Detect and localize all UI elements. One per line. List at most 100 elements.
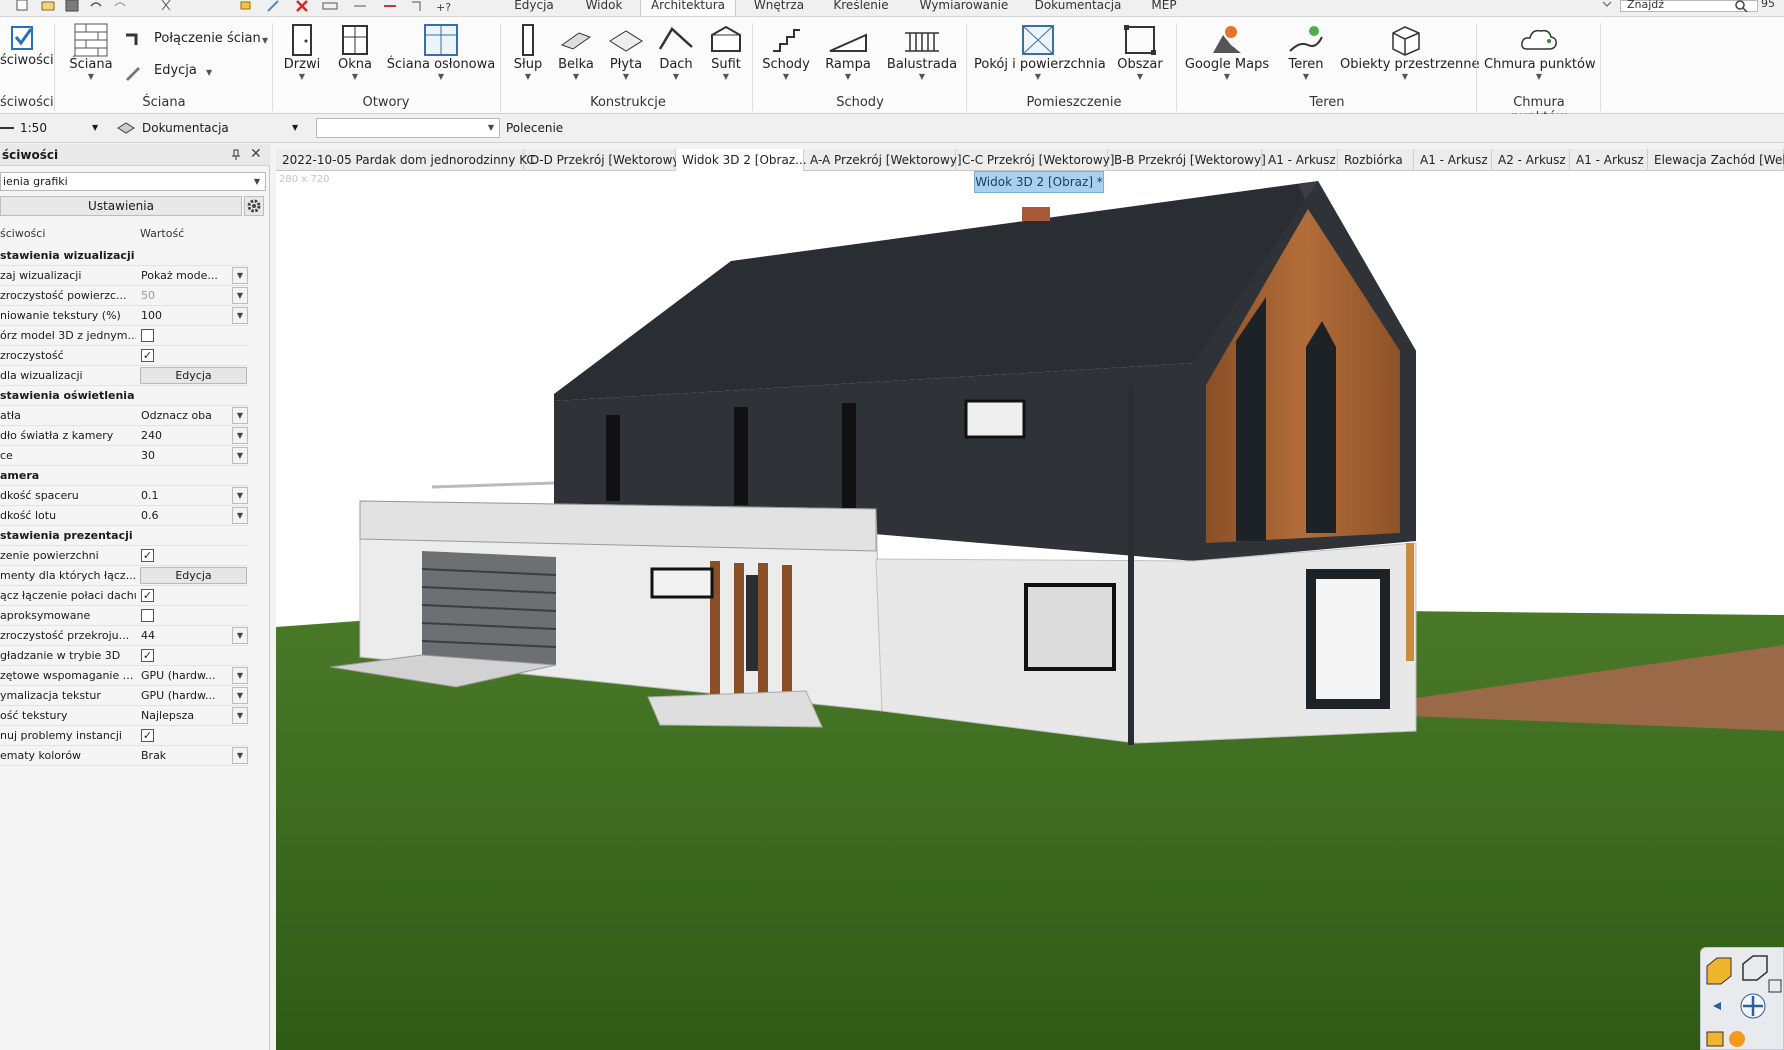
beam-button[interactable]: Belka ▼ <box>554 23 598 81</box>
stairs-button[interactable]: Schody ▼ <box>760 23 812 81</box>
close-icon[interactable]: ✕ <box>250 147 262 161</box>
wall-button[interactable]: Ściana ▼ <box>62 23 120 81</box>
brush-icon[interactable] <box>238 0 254 12</box>
property-value-combo[interactable]: Pokaż mode... ▼ <box>140 266 248 285</box>
property-row[interactable]: zroczystość powierzc... 50 ▼ <box>0 286 248 306</box>
ceiling-button[interactable]: Sufit ▼ <box>704 23 748 81</box>
doc-tab-3d-view[interactable]: Widok 3D 2 [Obraz... <box>676 149 807 171</box>
property-value-combo[interactable]: 0.6 ▼ <box>140 506 248 525</box>
angle-icon[interactable] <box>410 0 426 12</box>
chevron-down-icon[interactable]: ▼ <box>232 407 248 424</box>
pencil-icon[interactable] <box>266 0 282 12</box>
menu-tab-kreslenie[interactable]: Kreślenie <box>826 0 896 16</box>
property-row[interactable]: zętowe wspomaganie ... GPU (hardw... ▼ <box>0 666 248 686</box>
menu-tab-widok[interactable]: Widok <box>572 0 636 16</box>
save-icon[interactable] <box>64 0 80 12</box>
railing-button[interactable]: Balustrada ▼ <box>884 23 960 81</box>
property-row[interactable]: dkość spaceru 0.1 ▼ <box>0 486 248 506</box>
zoom-extents-icon[interactable] <box>1768 979 1782 993</box>
property-row[interactable]: dla wizualizacji Edycja <box>0 366 248 386</box>
measure-icon[interactable] <box>322 0 338 12</box>
property-value-combo[interactable]: GPU (hardw... ▼ <box>140 666 248 685</box>
redo-icon[interactable] <box>112 0 128 12</box>
arrow-left-icon[interactable] <box>1713 1002 1721 1010</box>
checkbox-checked[interactable]: ✓ <box>141 549 154 562</box>
menu-tab-wnetrza[interactable]: Wnętrza <box>744 0 814 16</box>
delete-red-icon[interactable] <box>382 0 398 12</box>
chevron-down-icon[interactable]: ▼ <box>232 687 248 704</box>
doc-tab-sheet-a1[interactable]: A1 - Arkusz <box>1262 149 1338 171</box>
orbit-icon[interactable] <box>1740 993 1766 1019</box>
chevron-down-icon[interactable]: ▼ <box>232 707 248 724</box>
chevron-down-icon[interactable]: ▼ <box>232 287 248 304</box>
property-row[interactable]: dło światła z kamery 240 ▼ <box>0 426 248 446</box>
property-value-combo[interactable]: 240 ▼ <box>140 426 248 445</box>
3d-viewport[interactable]: 280 x 720 <box>276 171 1784 1050</box>
chevron-down-icon[interactable]: ▼ <box>232 267 248 284</box>
help-icon[interactable]: +? <box>436 0 452 12</box>
doc-tab-project[interactable]: 2022-10-05 Pardak dom jednorodzinny KC <box>276 149 535 171</box>
checkbox-unchecked[interactable] <box>141 609 154 622</box>
doc-tab-section-dd[interactable]: D-D Przekrój [Wektorowy] <box>524 149 684 171</box>
menu-tab-mep[interactable]: MEP <box>1142 0 1186 16</box>
spatial-objects-button[interactable]: Obiekty przestrzenne ▼ <box>1340 23 1479 81</box>
checkbox-checked[interactable]: ✓ <box>141 349 154 362</box>
menu-tab-edycja[interactable]: Edycja <box>506 0 562 16</box>
curtain-wall-button[interactable]: Ściana osłonowa ▼ <box>386 23 496 81</box>
doc-tab-elevation-west[interactable]: Elewacja Zachód [Wekt <box>1648 149 1784 171</box>
property-row[interactable]: zroczystość ✓ <box>0 346 248 366</box>
open-file-icon[interactable] <box>40 0 56 12</box>
menu-tab-wymiarowanie[interactable]: Wymiarowanie <box>914 0 1014 16</box>
property-value-combo[interactable]: Brak ▼ <box>140 746 248 765</box>
doc-tab-section-cc[interactable]: C-C Przekrój [Wektorowy] <box>956 149 1114 171</box>
undo-icon[interactable] <box>88 0 104 12</box>
property-value-combo[interactable]: 30 ▼ <box>140 446 248 465</box>
point-cloud-button[interactable]: Chmura punktów ▼ <box>1484 23 1596 81</box>
layout-icon[interactable] <box>1706 1031 1724 1047</box>
property-row[interactable]: órz model 3D z jednym... <box>0 326 248 346</box>
search-icon[interactable] <box>1732 0 1750 12</box>
settings-button[interactable]: Ustawienia <box>0 196 242 216</box>
chevron-down-icon[interactable]: ▼ <box>232 627 248 644</box>
cube-wire-icon[interactable] <box>1742 955 1768 981</box>
chevron-down-icon[interactable]: ▼ <box>232 427 248 444</box>
slab-button[interactable]: Płyta ▼ <box>604 23 648 81</box>
edit-value-button[interactable]: Edycja <box>140 367 247 384</box>
command-input[interactable]: ▼ <box>316 118 500 138</box>
sun-icon[interactable] <box>1729 1031 1745 1047</box>
dimension-icon[interactable] <box>352 0 368 12</box>
property-value-combo[interactable]: Odznacz oba ▼ <box>140 406 248 425</box>
doc-tab-sheet-a1-3[interactable]: A1 - Arkusz <box>1570 149 1648 171</box>
property-row[interactable]: nuj problemy instancji ✓ <box>0 726 248 746</box>
door-button[interactable]: Drzwi ▼ <box>280 23 324 81</box>
edit-value-button[interactable]: Edycja <box>140 567 247 584</box>
terrain-button[interactable]: Teren ▼ <box>1278 23 1334 81</box>
layer-combo[interactable]: Dokumentacja ▼ <box>114 118 302 138</box>
menu-tab-architektura[interactable]: Architektura <box>640 0 736 16</box>
properties-ribbon-button[interactable]: ściwości <box>0 21 54 69</box>
doc-tab-sheet-a2[interactable]: A2 - Arkusz <box>1492 149 1570 171</box>
ramp-button[interactable]: Rampa ▼ <box>820 23 876 81</box>
chevron-down-icon[interactable]: ▼ <box>232 307 248 324</box>
room-area-button[interactable]: Pokój i powierzchnia ▼ <box>974 23 1106 81</box>
roof-button[interactable]: Dach ▼ <box>654 23 698 81</box>
cube-solid-icon[interactable] <box>1706 957 1732 985</box>
property-row[interactable]: ce 30 ▼ <box>0 446 248 466</box>
chevron-down-icon[interactable]: ▼ <box>232 447 248 464</box>
checkbox-checked[interactable]: ✓ <box>141 729 154 742</box>
property-value-combo[interactable]: 0.1 ▼ <box>140 486 248 505</box>
property-row[interactable]: ymalizacja tekstur GPU (hardw... ▼ <box>0 686 248 706</box>
property-row[interactable]: dkość lotu 0.6 ▼ <box>0 506 248 526</box>
property-row[interactable]: menty dla których łącz... Edycja <box>0 566 248 586</box>
navigation-cube[interactable] <box>1700 947 1784 1050</box>
doc-tab-demolition[interactable]: Rozbiórka <box>1338 149 1414 171</box>
property-row[interactable]: niowanie tekstury (%) 100 ▼ <box>0 306 248 326</box>
doc-tab-section-aa[interactable]: A-A Przekrój [Wektorowy] <box>804 149 962 171</box>
gear-button[interactable] <box>244 196 264 216</box>
google-maps-button[interactable]: Google Maps ▼ <box>1184 23 1270 81</box>
chevron-down-icon[interactable] <box>1600 0 1614 10</box>
column-button[interactable]: Słup ▼ <box>508 23 548 81</box>
area-button[interactable]: Obszar ▼ <box>1110 23 1170 81</box>
chevron-down-icon[interactable]: ▼ <box>232 747 248 764</box>
checkbox-checked[interactable]: ✓ <box>141 649 154 662</box>
